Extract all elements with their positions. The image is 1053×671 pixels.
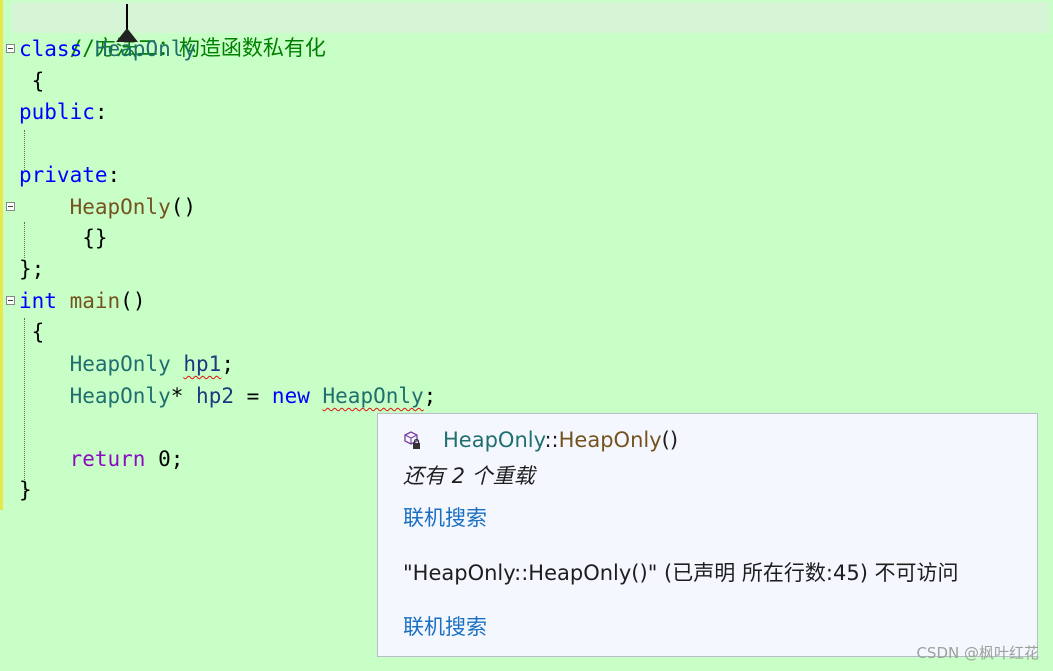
- sig-separator: ::: [544, 428, 559, 452]
- code-line[interactable]: {}: [19, 223, 108, 254]
- function-name: HeapOnly: [69, 195, 171, 219]
- code-line[interactable]: }: [19, 475, 32, 506]
- code-text: (): [120, 289, 146, 313]
- code-text: =: [233, 384, 272, 408]
- caret-marker-icon: [116, 28, 138, 42]
- code-text: {}: [82, 226, 108, 250]
- code-line-private[interactable]: private:: [19, 160, 120, 191]
- fold-toggle-main[interactable]: [6, 296, 15, 305]
- code-line-ctor[interactable]: HeapOnly(): [19, 192, 196, 223]
- method-lock-icon: [404, 431, 420, 449]
- code-text: :: [107, 163, 121, 187]
- code-text: {: [19, 320, 45, 344]
- code-line[interactable]: {: [19, 317, 45, 348]
- code-line-class[interactable]: class HeapOnly: [19, 34, 196, 65]
- code-line-return[interactable]: return 0;: [19, 444, 184, 475]
- code-text: ;: [423, 384, 437, 408]
- code-line[interactable]: };: [19, 254, 44, 285]
- error-message: "HeapOnly::HeapOnly()" (已声明 所在行数:45) 不可访…: [403, 561, 959, 585]
- keyword: return: [69, 447, 146, 471]
- signature: HeapOnly::HeapOnly(): [443, 428, 678, 452]
- overloads-text: 还有 2 个重载: [403, 464, 535, 488]
- code-line-main[interactable]: int main(): [19, 286, 145, 317]
- sig-parens: (): [661, 428, 679, 452]
- class-name: HeapOnly: [94, 37, 197, 61]
- fold-toggle-ctor[interactable]: [6, 202, 15, 211]
- type-name: HeapOnly: [69, 352, 171, 376]
- type-name: HeapOnly: [69, 384, 171, 408]
- keyword: public: [19, 100, 95, 124]
- error-type[interactable]: HeapOnly: [323, 384, 424, 408]
- online-search-link-2[interactable]: 联机搜索: [403, 611, 487, 641]
- keyword: new: [271, 384, 310, 408]
- quick-info-tooltip: HeapOnly::HeapOnly() 还有 2 个重载 联机搜索 "Heap…: [377, 413, 1038, 657]
- code-line-public[interactable]: public:: [19, 97, 108, 128]
- change-margin: [0, 0, 3, 510]
- operator: *: [170, 384, 184, 408]
- code-line-hp1[interactable]: HeapOnly hp1;: [19, 349, 234, 380]
- variable: hp2: [196, 384, 234, 408]
- error-variable[interactable]: hp1: [183, 352, 221, 376]
- online-search-link[interactable]: 联机搜索: [403, 502, 487, 532]
- code-text: (): [170, 195, 197, 219]
- code-text: {: [19, 69, 45, 93]
- code-line-comment[interactable]: //方法二：构造函数私有化: [12, 2, 1049, 60]
- keyword: int: [19, 289, 57, 313]
- code-line-hp2[interactable]: HeapOnly* hp2 = new HeapOnly;: [19, 381, 437, 412]
- code-text: }: [19, 478, 32, 502]
- code-line[interactable]: {: [19, 66, 45, 97]
- code-text: };: [19, 257, 45, 281]
- keyword: private: [19, 163, 108, 187]
- code-text: 0;: [145, 447, 184, 471]
- code-text: ;: [221, 352, 234, 376]
- sig-function: HeapOnly: [558, 428, 662, 452]
- sig-class: HeapOnly: [443, 428, 545, 452]
- fold-toggle-class[interactable]: [6, 44, 15, 53]
- watermark: CSDN @枫叶红花: [916, 644, 1039, 662]
- keyword: class: [19, 37, 83, 61]
- function-name: main: [69, 289, 121, 313]
- code-text: :: [94, 100, 108, 124]
